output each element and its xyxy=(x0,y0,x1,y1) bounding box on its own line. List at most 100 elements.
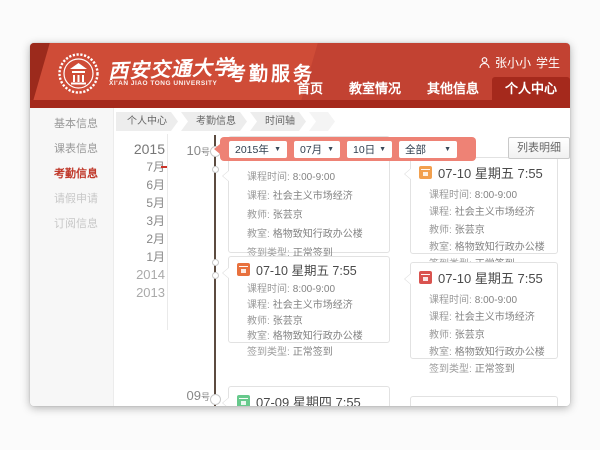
attendance-card[interactable]: 07-10 星期五 7:55 课程时间:8:00-9:00 课程:社会主义市场经… xyxy=(410,262,558,359)
timeline-scale-item-feb[interactable]: 2月 xyxy=(114,230,165,248)
calendar-status-icon xyxy=(419,271,432,284)
day-marker-unit: 号 xyxy=(201,392,210,402)
field-value: 社会主义市场经济 xyxy=(273,191,353,202)
field-label: 教室: xyxy=(429,347,452,358)
timeline-scale-item-2014[interactable]: 2014 xyxy=(114,266,165,284)
timeline-scale-item-jan[interactable]: 1月 xyxy=(114,248,165,266)
field-value: 张芸京 xyxy=(455,225,485,236)
timeline-node[interactable] xyxy=(212,259,219,266)
field-value: 8:00-9:00 xyxy=(475,190,517,201)
year-dropdown[interactable]: 2015年 ▼ xyxy=(229,141,287,158)
field-value: 社会主义市场经济 xyxy=(455,207,535,218)
sidebar-item-course-schedule[interactable]: 课表信息 xyxy=(30,137,113,162)
card-date-title: 07-10 星期五 7:55 xyxy=(438,268,543,287)
breadcrumb: 个人中心 考勤信息 时间轴 xyxy=(116,112,335,131)
sidebar-item-attendance-info[interactable]: 考勤信息 xyxy=(30,162,113,187)
month-dropdown-value: 07月 xyxy=(300,142,322,157)
university-seal-logo xyxy=(57,52,100,95)
day-marker-number: 10 xyxy=(187,143,201,158)
breadcrumb-attendance-info[interactable]: 考勤信息 xyxy=(181,112,247,131)
header-bottom-strip xyxy=(30,100,570,108)
breadcrumb-trailing-chevron xyxy=(309,112,335,131)
field-label: 教师: xyxy=(247,210,270,221)
card-date-title: 07-10 星期五 7:55 xyxy=(438,163,543,182)
university-name-en: XI'AN JIAO TONG UNIVERSITY xyxy=(109,80,217,87)
chevron-down-icon: ▼ xyxy=(327,146,334,153)
field-label: 课程: xyxy=(247,191,270,202)
list-detail-button[interactable]: 列表明细 xyxy=(508,137,570,159)
day-marker-10: 10号 xyxy=(172,142,210,160)
user-name: 张小小 xyxy=(495,54,531,71)
field-label: 教室: xyxy=(247,331,270,342)
chevron-down-icon: ▼ xyxy=(274,146,281,153)
field-label: 签到类型: xyxy=(429,364,472,375)
field-value: 张芸京 xyxy=(273,316,303,327)
timeline-scale-item-jun[interactable]: 6月 xyxy=(114,176,165,194)
attendance-card-partial[interactable] xyxy=(410,396,558,406)
field-label: 课程: xyxy=(429,207,452,218)
user-role: 学生 xyxy=(536,54,560,71)
sidebar-item-leave-request[interactable]: 请假申请 xyxy=(30,187,113,212)
timeline-scale-item-may[interactable]: 5月 xyxy=(114,194,165,212)
timeline-scale-item-2015[interactable]: 2015 xyxy=(114,140,165,158)
day-dropdown[interactable]: 10日▼ xyxy=(347,141,392,158)
timeline-scale-item-mar[interactable]: 3月 xyxy=(114,212,165,230)
field-label: 教室: xyxy=(247,229,270,240)
main-nav: 首页 教室情况 其他信息 个人中心 xyxy=(284,77,570,100)
filter-bar: 2015年 ▼ 07月 ▼ 10日▼ 全部 ▼ xyxy=(220,137,476,161)
attendance-card[interactable]: 07-10 星期五 7:55 课程时间:8:00-9:00 课程:社会主义市场经… xyxy=(228,256,390,343)
sidebar-item-basic-info[interactable]: 基本信息 xyxy=(30,112,113,137)
field-label: 签到类型: xyxy=(247,347,290,358)
field-label: 课程时间: xyxy=(247,172,290,183)
field-label: 课程: xyxy=(247,300,270,311)
field-value: 格物致知行政办公楼 xyxy=(273,229,363,240)
field-value: 8:00-9:00 xyxy=(293,284,335,295)
nav-item-home[interactable]: 首页 xyxy=(284,77,336,100)
card-date-title: 07-10 星期五 7:55 xyxy=(256,260,357,279)
calendar-status-icon xyxy=(237,395,250,406)
field-label: 教师: xyxy=(429,225,452,236)
chevron-down-icon: ▼ xyxy=(444,146,451,153)
attendance-card[interactable]: 07-10 星期五 7:55 课程时间:8:00-9:00 课程:社会主义市场经… xyxy=(410,157,558,254)
user-icon xyxy=(479,57,490,69)
field-label: 教室: xyxy=(429,242,452,253)
nav-item-personal-center[interactable]: 个人中心 xyxy=(492,77,570,100)
field-value: 8:00-9:00 xyxy=(475,295,517,306)
sidebar-item-subscription-info[interactable]: 订阅信息 xyxy=(30,212,113,237)
app-window: 西安交通大学 XI'AN JIAO TONG UNIVERSITY 考勤服务 张… xyxy=(30,43,570,406)
month-dropdown[interactable]: 07月 ▼ xyxy=(294,141,340,158)
timeline-scale-item-2013[interactable]: 2013 xyxy=(114,284,165,302)
nav-item-classroom-status[interactable]: 教室情况 xyxy=(336,77,414,100)
day-marker-number: 09 xyxy=(187,388,201,403)
calendar-status-icon xyxy=(237,263,250,276)
card-date-title: 07-09 星期四 7:55 xyxy=(256,392,361,406)
timeline-year-scale: 2015 7月 6月 5月 3月 2月 1月 2014 2013 xyxy=(114,140,165,302)
category-dropdown[interactable]: 全部 ▼ xyxy=(399,141,457,158)
timeline-node[interactable] xyxy=(212,166,219,173)
nav-item-other-info[interactable]: 其他信息 xyxy=(414,77,492,100)
field-value: 正常签到 xyxy=(475,364,515,375)
year-dropdown-value: 2015年 xyxy=(235,142,269,157)
field-value: 格物致知行政办公楼 xyxy=(455,347,545,358)
timeline-node[interactable] xyxy=(212,272,219,279)
field-value: 社会主义市场经济 xyxy=(273,300,353,311)
field-label: 教师: xyxy=(429,330,452,341)
timeline-node[interactable] xyxy=(210,394,221,405)
field-value: 格物致知行政办公楼 xyxy=(273,331,363,342)
field-value: 正常签到 xyxy=(293,347,333,358)
content-area: 个人中心 考勤信息 时间轴 2015 7月 6月 5月 3月 2月 1月 201… xyxy=(114,108,570,406)
category-dropdown-value: 全部 xyxy=(405,142,426,157)
breadcrumb-personal-center[interactable]: 个人中心 xyxy=(116,112,178,131)
sidebar: 基本信息 课表信息 考勤信息 请假申请 订阅信息 xyxy=(30,108,114,406)
field-label: 课程时间: xyxy=(247,284,290,295)
field-value: 8:00-9:00 xyxy=(293,172,335,183)
timeline-scale-item-jul[interactable]: 7月 xyxy=(114,158,165,176)
attendance-card[interactable]: 07-09 星期四 7:55 xyxy=(228,386,390,406)
field-value: 格物致知行政办公楼 xyxy=(455,242,545,253)
field-label: 教师: xyxy=(247,316,270,327)
breadcrumb-timeline[interactable]: 时间轴 xyxy=(250,112,306,131)
user-account[interactable]: 张小小 学生 xyxy=(479,54,560,71)
field-label: 课程时间: xyxy=(429,295,472,306)
field-value: 张芸京 xyxy=(455,330,485,341)
scale-divider-line xyxy=(167,134,168,330)
